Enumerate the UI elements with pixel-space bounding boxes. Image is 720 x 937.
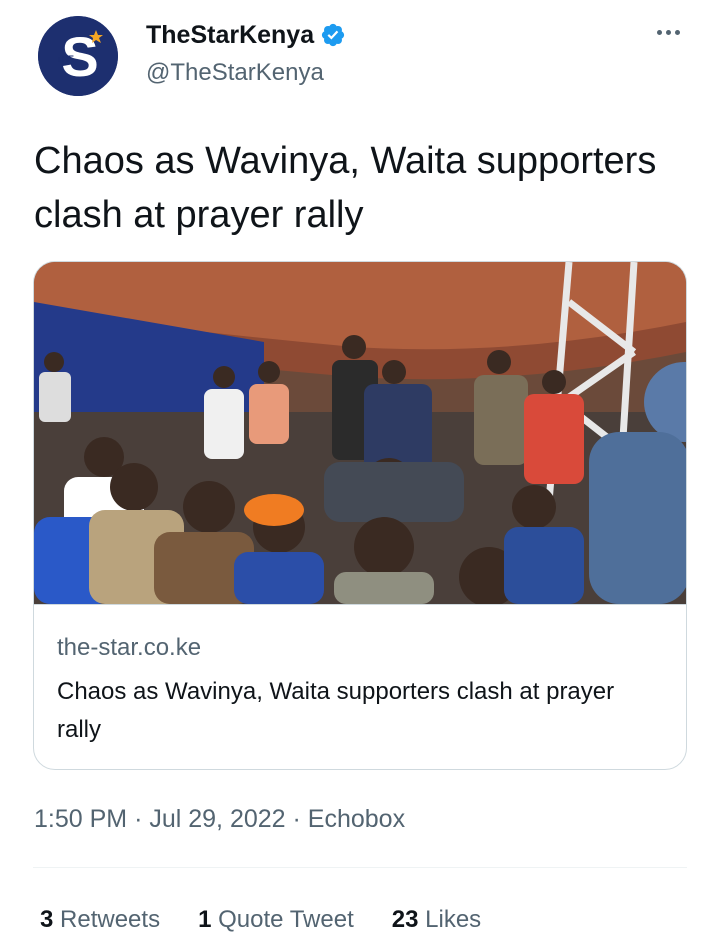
retweets-stat[interactable]: 3 Retweets bbox=[40, 903, 160, 937]
card-body: the-star.co.ke Chaos as Wavinya, Waita s… bbox=[34, 604, 686, 769]
author-info: TheStarKenya @TheStarKenya bbox=[146, 18, 346, 90]
tweet-source[interactable]: Echobox bbox=[308, 805, 405, 833]
link-card[interactable]: the-star.co.ke Chaos as Wavinya, Waita s… bbox=[33, 261, 687, 770]
quote-tweets-stat[interactable]: 1 Quote Tweet bbox=[198, 903, 354, 937]
meta-separator: · bbox=[292, 805, 301, 833]
handle[interactable]: @TheStarKenya bbox=[146, 56, 346, 90]
card-image bbox=[34, 262, 686, 604]
meta-separator: · bbox=[134, 805, 143, 833]
tweet-text: Chaos as Wavinya, Waita supporters clash… bbox=[34, 140, 657, 236]
author-name-row[interactable]: TheStarKenya bbox=[146, 18, 346, 52]
avatar[interactable]: S THE bbox=[38, 16, 118, 96]
card-domain: the-star.co.ke bbox=[57, 634, 202, 661]
display-name[interactable]: TheStarKenya bbox=[146, 18, 314, 52]
tweet-date[interactable]: Jul 29, 2022 bbox=[149, 805, 285, 833]
tweet-metadata: 1:50 PM · Jul 29, 2022 · Echobox bbox=[34, 802, 405, 836]
the-star-logo-icon: S THE bbox=[38, 16, 118, 96]
tweet-time[interactable]: 1:50 PM bbox=[34, 805, 127, 833]
divider bbox=[33, 867, 687, 868]
engagement-stats: 3 Retweets 1 Quote Tweet 23 Likes bbox=[40, 903, 519, 937]
more-options-icon[interactable] bbox=[653, 26, 684, 39]
avatar-small-text: THE bbox=[56, 54, 74, 64]
likes-stat[interactable]: 23 Likes bbox=[392, 903, 481, 937]
card-title: Chaos as Wavinya, Waita supporters clash… bbox=[57, 678, 615, 743]
verified-badge-icon bbox=[320, 22, 346, 48]
